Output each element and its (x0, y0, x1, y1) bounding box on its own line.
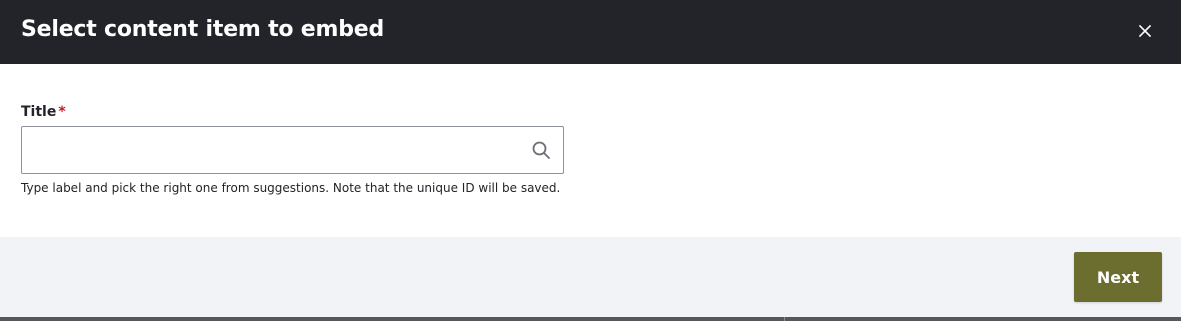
title-autocomplete-field[interactable] (21, 126, 564, 174)
embed-dialog: Select content item to embed Title * Type… (0, 0, 1181, 321)
background-page-strip (0, 317, 1181, 321)
strip-divider (784, 317, 785, 321)
search-icon (532, 141, 550, 159)
title-help-text: Type label and pick the right one from s… (21, 181, 561, 195)
close-icon (1138, 24, 1152, 38)
next-button[interactable]: Next (1074, 252, 1162, 302)
title-input[interactable] (22, 127, 522, 173)
dialog-footer: Next (0, 237, 1181, 317)
dialog-content: Title * Type label and pick the right one… (0, 64, 1181, 237)
dialog-titlebar: Select content item to embed (0, 0, 1181, 64)
required-marker: * (58, 104, 66, 120)
close-button[interactable] (1135, 21, 1155, 41)
title-label-text: Title (21, 104, 57, 120)
title-field-label: Title * (21, 103, 66, 121)
dialog-title: Select content item to embed (21, 17, 385, 42)
